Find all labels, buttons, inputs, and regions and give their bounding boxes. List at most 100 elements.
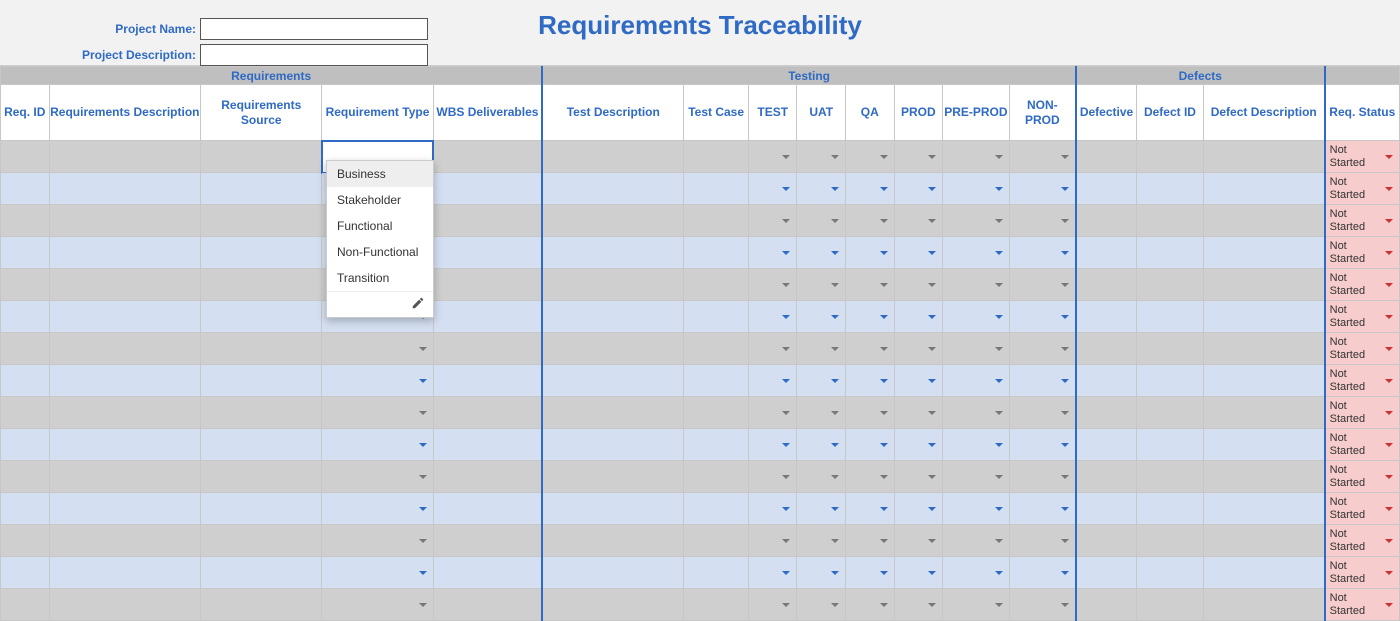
cell[interactable] <box>1 493 50 525</box>
chevron-down-icon[interactable] <box>1385 187 1393 191</box>
chevron-down-icon[interactable] <box>880 155 888 159</box>
cell[interactable] <box>684 461 749 493</box>
cell[interactable] <box>49 333 201 365</box>
chevron-down-icon[interactable] <box>419 443 427 447</box>
col-defect-desc[interactable]: Defect Description <box>1203 85 1324 141</box>
chevron-down-icon[interactable] <box>782 539 790 543</box>
cell[interactable]: Not Started <box>1325 493 1400 525</box>
chevron-down-icon[interactable] <box>782 411 790 415</box>
chevron-down-icon[interactable] <box>995 379 1003 383</box>
col-test-case[interactable]: Test Case <box>684 85 749 141</box>
cell[interactable] <box>1009 237 1076 269</box>
chevron-down-icon[interactable] <box>1385 443 1393 447</box>
cell[interactable] <box>1076 589 1137 621</box>
chevron-down-icon[interactable] <box>419 507 427 511</box>
cell[interactable] <box>894 365 943 397</box>
chevron-down-icon[interactable] <box>880 187 888 191</box>
chevron-down-icon[interactable] <box>831 155 839 159</box>
cell[interactable] <box>797 141 846 173</box>
cell[interactable] <box>201 557 322 589</box>
cell[interactable] <box>1203 525 1324 557</box>
cell[interactable] <box>894 301 943 333</box>
cell[interactable] <box>748 301 797 333</box>
cell[interactable] <box>433 557 542 589</box>
cell[interactable] <box>201 365 322 397</box>
cell[interactable] <box>1137 237 1204 269</box>
chevron-down-icon[interactable] <box>880 475 888 479</box>
cell[interactable] <box>542 557 684 589</box>
cell[interactable] <box>797 461 846 493</box>
chevron-down-icon[interactable] <box>1061 283 1069 287</box>
cell[interactable] <box>846 333 895 365</box>
cell[interactable] <box>201 525 322 557</box>
cell[interactable] <box>684 557 749 589</box>
chevron-down-icon[interactable] <box>831 443 839 447</box>
cell[interactable] <box>797 205 846 237</box>
chevron-down-icon[interactable] <box>419 603 427 607</box>
cell[interactable] <box>1009 173 1076 205</box>
chevron-down-icon[interactable] <box>782 379 790 383</box>
cell[interactable] <box>943 557 1010 589</box>
chevron-down-icon[interactable] <box>419 379 427 383</box>
cell[interactable] <box>1076 301 1137 333</box>
col-uat[interactable]: UAT <box>797 85 846 141</box>
cell[interactable] <box>1137 333 1204 365</box>
cell[interactable] <box>846 301 895 333</box>
chevron-down-icon[interactable] <box>831 379 839 383</box>
cell[interactable] <box>748 205 797 237</box>
chevron-down-icon[interactable] <box>1385 539 1393 543</box>
chevron-down-icon[interactable] <box>1385 411 1393 415</box>
cell[interactable] <box>322 589 433 621</box>
cell[interactable] <box>894 525 943 557</box>
chevron-down-icon[interactable] <box>782 603 790 607</box>
cell[interactable] <box>542 493 684 525</box>
chevron-down-icon[interactable] <box>995 155 1003 159</box>
cell[interactable] <box>943 173 1010 205</box>
chevron-down-icon[interactable] <box>831 475 839 479</box>
cell[interactable] <box>433 525 542 557</box>
cell[interactable] <box>894 429 943 461</box>
cell[interactable] <box>1137 493 1204 525</box>
cell[interactable] <box>201 141 322 173</box>
cell[interactable] <box>201 397 322 429</box>
cell[interactable] <box>1 589 50 621</box>
cell[interactable] <box>433 269 542 301</box>
chevron-down-icon[interactable] <box>1061 251 1069 255</box>
col-status[interactable]: Req. Status <box>1325 85 1400 141</box>
cell[interactable]: Not Started <box>1325 397 1400 429</box>
cell[interactable] <box>894 173 943 205</box>
project-name-input[interactable] <box>200 18 428 40</box>
cell[interactable] <box>943 269 1010 301</box>
cell[interactable] <box>748 173 797 205</box>
cell[interactable] <box>943 365 1010 397</box>
cell[interactable] <box>797 589 846 621</box>
chevron-down-icon[interactable] <box>419 347 427 351</box>
cell[interactable] <box>846 493 895 525</box>
cell[interactable] <box>1009 397 1076 429</box>
chevron-down-icon[interactable] <box>1385 475 1393 479</box>
cell[interactable] <box>201 461 322 493</box>
cell[interactable] <box>943 333 1010 365</box>
cell[interactable] <box>542 525 684 557</box>
col-test[interactable]: TEST <box>748 85 797 141</box>
cell[interactable] <box>894 205 943 237</box>
cell[interactable] <box>1203 205 1324 237</box>
cell[interactable] <box>201 301 322 333</box>
cell[interactable] <box>1203 429 1324 461</box>
cell[interactable] <box>1203 301 1324 333</box>
cell[interactable] <box>1137 365 1204 397</box>
chevron-down-icon[interactable] <box>782 571 790 575</box>
cell[interactable] <box>542 301 684 333</box>
cell[interactable] <box>943 237 1010 269</box>
chevron-down-icon[interactable] <box>1385 315 1393 319</box>
col-prod[interactable]: PROD <box>894 85 943 141</box>
cell[interactable]: Not Started <box>1325 205 1400 237</box>
chevron-down-icon[interactable] <box>782 219 790 223</box>
cell[interactable] <box>1 141 50 173</box>
project-desc-input[interactable] <box>200 44 428 66</box>
cell[interactable] <box>201 589 322 621</box>
chevron-down-icon[interactable] <box>831 411 839 415</box>
cell[interactable]: Not Started <box>1325 301 1400 333</box>
cell[interactable] <box>1 173 50 205</box>
chevron-down-icon[interactable] <box>1385 571 1393 575</box>
